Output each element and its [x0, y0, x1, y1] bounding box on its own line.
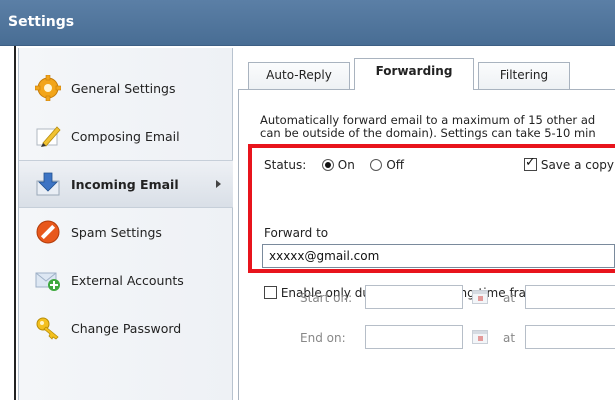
start-on-label: Start on: [300, 291, 353, 305]
forwarding-description: Automatically forward email to a maximum… [260, 114, 596, 140]
tab-auto-reply[interactable]: Auto-Reply [248, 62, 350, 89]
status-on-radio[interactable] [321, 159, 334, 171]
chevron-right-icon [216, 180, 221, 188]
enable-timeframe-checkbox[interactable] [264, 286, 277, 299]
title-bar: Settings [0, 0, 615, 46]
sidebar-item-external-accounts[interactable]: External Accounts [19, 256, 233, 304]
tab-strip: Auto-Reply Forwarding Filtering [234, 48, 615, 90]
no-entry-icon [36, 220, 60, 244]
start-time-input[interactable] [525, 285, 615, 309]
sidebar-item-label: Composing Email [71, 128, 180, 144]
gear-icon [35, 75, 61, 101]
status-off-radio[interactable] [370, 159, 383, 171]
tab-filtering[interactable]: Filtering [478, 62, 570, 89]
settings-sidebar: General Settings Composing Email Incomin… [18, 48, 233, 400]
calendar-icon[interactable] [472, 290, 488, 304]
start-date-input[interactable] [365, 285, 463, 309]
end-time-input[interactable] [525, 325, 615, 349]
sidebar-item-change-password[interactable]: Change Password [19, 304, 233, 352]
window-frame-left [0, 46, 16, 400]
sidebar-item-general-settings[interactable]: General Settings [19, 64, 233, 112]
forward-to-label: Forward to [264, 226, 329, 240]
panel-border [238, 89, 239, 400]
save-copy-option: Save a copy [524, 158, 615, 172]
save-copy-label: Save a copy [540, 158, 614, 172]
down-arrow-icon [36, 172, 60, 196]
sidebar-item-spam-settings[interactable]: Spam Settings [19, 208, 233, 256]
window-title: Settings [8, 14, 75, 30]
pencil-icon [36, 126, 61, 147]
sidebar-item-label: General Settings [71, 80, 176, 96]
forward-to-input[interactable]: xxxxx@gmail.com [262, 244, 615, 268]
description-line-2: can be outside of the domain). Settings … [260, 126, 596, 140]
sidebar-item-label: Change Password [71, 320, 182, 336]
end-on-label: End on: [300, 331, 346, 345]
status-off-label: Off [386, 158, 405, 172]
sidebar-item-composing-email[interactable]: Composing Email [19, 112, 233, 160]
sidebar-item-label: Incoming Email [71, 176, 179, 192]
add-account-icon [35, 272, 60, 291]
end-at-label: at [503, 331, 516, 345]
start-at-label: at [503, 291, 516, 305]
key-icon [36, 317, 59, 340]
end-date-input[interactable] [365, 325, 463, 349]
sidebar-item-incoming-email[interactable]: Incoming Email [19, 160, 233, 208]
status-label: Status: [264, 158, 307, 172]
sidebar-item-label: Spam Settings [71, 224, 162, 240]
forward-to-value: xxxxx@gmail.com [269, 249, 380, 263]
save-copy-checkbox[interactable] [524, 158, 537, 171]
tab-forwarding[interactable]: Forwarding [354, 58, 474, 90]
status-on-label: On [337, 158, 355, 172]
calendar-icon[interactable] [472, 330, 488, 344]
status-row: Status: On Off [264, 158, 404, 172]
sidebar-item-label: External Accounts [71, 272, 184, 288]
